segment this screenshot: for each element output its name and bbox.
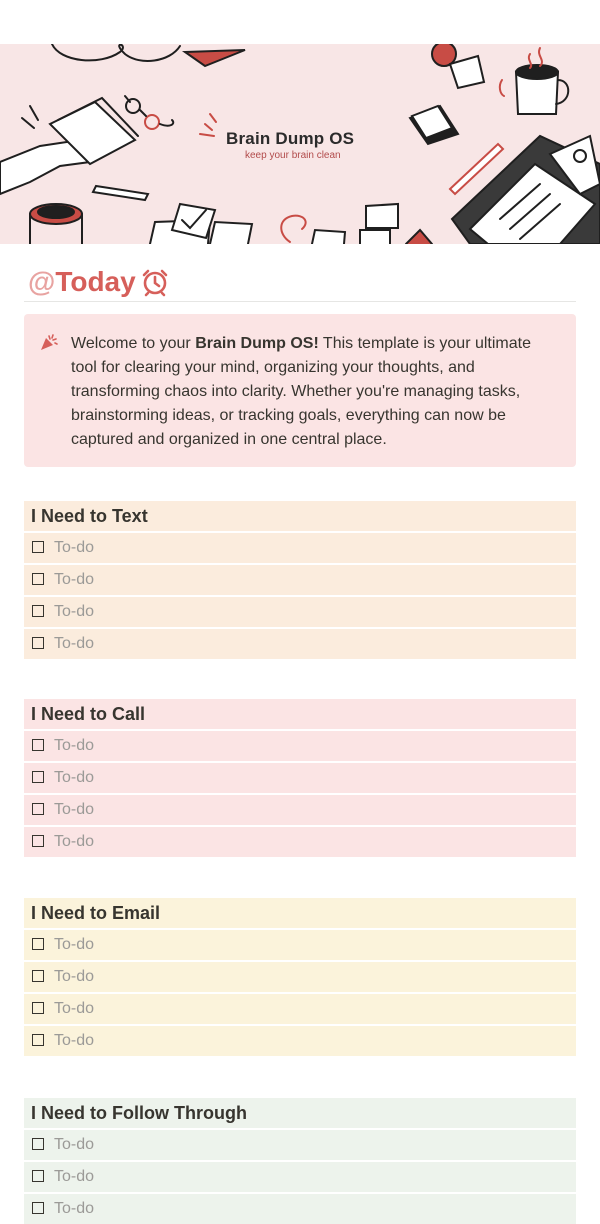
checkbox[interactable] xyxy=(32,1002,44,1014)
todo-label[interactable]: To-do xyxy=(54,731,94,761)
checkbox[interactable] xyxy=(32,573,44,585)
todo-label[interactable]: To-do xyxy=(54,597,94,627)
todo-item[interactable]: To-do xyxy=(24,930,576,960)
todo-label[interactable]: To-do xyxy=(54,994,94,1024)
section-title: I Need to Email xyxy=(24,898,576,928)
section-title: I Need to Follow Through xyxy=(24,1098,576,1128)
checkbox[interactable] xyxy=(32,637,44,649)
checkbox[interactable] xyxy=(32,970,44,982)
checkbox[interactable] xyxy=(32,739,44,751)
todo-label[interactable]: To-do xyxy=(54,763,94,793)
checkbox[interactable] xyxy=(32,541,44,553)
callout-text: Welcome to your Brain Dump OS! This temp… xyxy=(71,332,561,452)
section-text: I Need to Text To-do To-do To-do To-do xyxy=(24,501,576,659)
cover-banner: Brain Dump OS keep your brain clean xyxy=(0,44,600,244)
todo-item[interactable]: To-do xyxy=(24,1026,576,1056)
checkbox[interactable] xyxy=(32,938,44,950)
checkbox[interactable] xyxy=(32,835,44,847)
todo-item[interactable]: To-do xyxy=(24,1130,576,1160)
section-title: I Need to Text xyxy=(24,501,576,531)
todo-label[interactable]: To-do xyxy=(54,1026,94,1056)
page-title: @ Today xyxy=(28,266,170,298)
todo-label[interactable]: To-do xyxy=(54,795,94,825)
todo-label[interactable]: To-do xyxy=(54,930,94,960)
alarm-clock-icon xyxy=(142,269,168,297)
todo-label[interactable]: To-do xyxy=(54,533,94,563)
callout-bold: Brain Dump OS! xyxy=(195,335,319,352)
todo-label[interactable]: To-do xyxy=(54,827,94,857)
callout-intro: Welcome to your xyxy=(71,335,196,352)
checkbox[interactable] xyxy=(32,771,44,783)
section-call: I Need to Call To-do To-do To-do To-do xyxy=(24,699,576,857)
todo-item[interactable]: To-do xyxy=(24,629,576,659)
page-title-text: Today xyxy=(55,266,136,297)
todo-item[interactable]: To-do xyxy=(24,731,576,761)
todo-label[interactable]: To-do xyxy=(54,1162,94,1192)
section-email: I Need to Email To-do To-do To-do To-do xyxy=(24,898,576,1056)
todo-item[interactable]: To-do xyxy=(24,962,576,992)
checkbox[interactable] xyxy=(32,803,44,815)
todo-item[interactable]: To-do xyxy=(24,763,576,793)
page-title-prefix: @ xyxy=(28,266,56,297)
todo-item[interactable]: To-do xyxy=(24,533,576,563)
section-follow-through: I Need to Follow Through To-do To-do To-… xyxy=(24,1098,576,1224)
checkbox[interactable] xyxy=(32,1138,44,1150)
checkbox[interactable] xyxy=(32,1170,44,1182)
banner-title: Brain Dump OS xyxy=(226,129,355,148)
title-divider xyxy=(24,301,576,302)
todo-item[interactable]: To-do xyxy=(24,597,576,627)
todo-label[interactable]: To-do xyxy=(54,629,94,659)
section-title: I Need to Call xyxy=(24,699,576,729)
todo-item[interactable]: To-do xyxy=(24,795,576,825)
checkbox[interactable] xyxy=(32,1202,44,1214)
todo-item[interactable]: To-do xyxy=(24,827,576,857)
todo-label[interactable]: To-do xyxy=(54,565,94,595)
todo-label[interactable]: To-do xyxy=(54,962,94,992)
welcome-callout: Welcome to your Brain Dump OS! This temp… xyxy=(24,314,576,467)
todo-item[interactable]: To-do xyxy=(24,1194,576,1224)
todo-item[interactable]: To-do xyxy=(24,1162,576,1192)
party-popper-icon xyxy=(41,334,58,350)
banner-subtitle: keep your brain clean xyxy=(245,150,341,161)
checkbox[interactable] xyxy=(32,605,44,617)
todo-label[interactable]: To-do xyxy=(54,1194,94,1224)
checkbox[interactable] xyxy=(32,1034,44,1046)
todo-label[interactable]: To-do xyxy=(54,1130,94,1160)
todo-item[interactable]: To-do xyxy=(24,994,576,1024)
todo-item[interactable]: To-do xyxy=(24,565,576,595)
